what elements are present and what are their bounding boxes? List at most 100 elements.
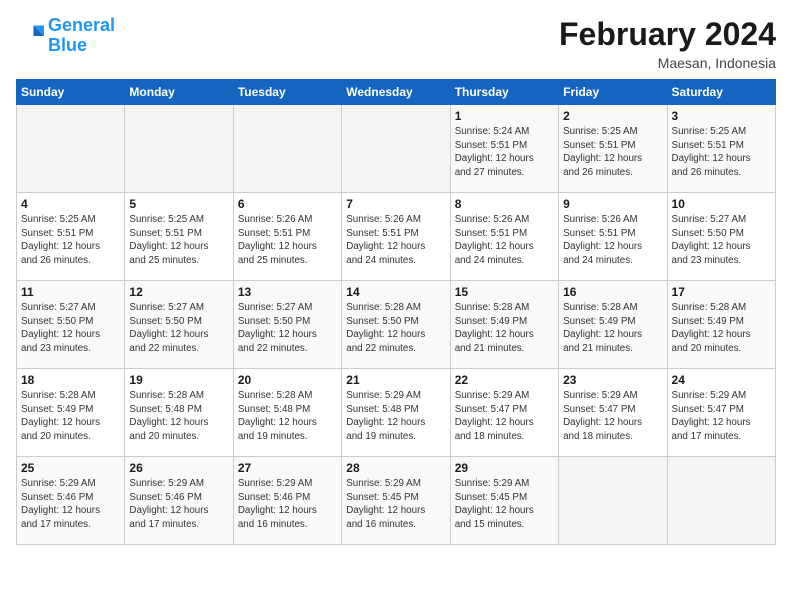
calendar-cell: 1 Sunrise: 5:24 AM Sunset: 5:51 PM Daylig…	[450, 105, 558, 193]
day-number: 21	[346, 373, 445, 387]
logo-text: General Blue	[48, 16, 115, 56]
day-info: Sunrise: 5:28 AM Sunset: 5:49 PM Dayligh…	[455, 301, 554, 356]
calendar-cell: 18Sunrise: 5:28 AM Sunset: 5:49 PM Dayli…	[17, 369, 125, 457]
day-number: 14	[346, 285, 445, 299]
day-number: 5	[129, 197, 228, 211]
day-number: 11	[21, 285, 120, 299]
calendar-cell	[125, 105, 233, 193]
calendar-week-4: 18Sunrise: 5:28 AM Sunset: 5:49 PM Dayli…	[17, 369, 776, 457]
day-number: 3	[672, 109, 771, 123]
day-info: Sunrise: 5:28 AM Sunset: 5:49 PM Dayligh…	[672, 301, 771, 356]
day-number: 2	[563, 109, 662, 123]
day-info: Sunrise: 5:29 AM Sunset: 5:46 PM Dayligh…	[238, 477, 337, 532]
calendar-cell: 9 Sunrise: 5:26 AM Sunset: 5:51 PM Daylig…	[559, 193, 667, 281]
day-number: 8	[455, 197, 554, 211]
weekday-header-row: SundayMondayTuesdayWednesdayThursdayFrid…	[17, 80, 776, 105]
day-info: Sunrise: 5:26 AM Sunset: 5:51 PM Dayligh…	[563, 213, 662, 268]
day-info: Sunrise: 5:29 AM Sunset: 5:47 PM Dayligh…	[563, 389, 662, 444]
calendar-week-1: 1 Sunrise: 5:24 AM Sunset: 5:51 PM Daylig…	[17, 105, 776, 193]
day-number: 6	[238, 197, 337, 211]
day-number: 20	[238, 373, 337, 387]
day-info: Sunrise: 5:25 AM Sunset: 5:51 PM Dayligh…	[672, 125, 771, 180]
day-number: 26	[129, 461, 228, 475]
day-number: 28	[346, 461, 445, 475]
calendar-cell: 28Sunrise: 5:29 AM Sunset: 5:45 PM Dayli…	[342, 457, 450, 545]
calendar-cell: 8 Sunrise: 5:26 AM Sunset: 5:51 PM Daylig…	[450, 193, 558, 281]
day-info: Sunrise: 5:28 AM Sunset: 5:48 PM Dayligh…	[238, 389, 337, 444]
day-info: Sunrise: 5:25 AM Sunset: 5:51 PM Dayligh…	[129, 213, 228, 268]
day-number: 19	[129, 373, 228, 387]
day-info: Sunrise: 5:27 AM Sunset: 5:50 PM Dayligh…	[238, 301, 337, 356]
calendar-cell: 4 Sunrise: 5:25 AM Sunset: 5:51 PM Daylig…	[17, 193, 125, 281]
calendar-cell: 20 Sunrise: 5:28 AM Sunset: 5:48 PM Dayli…	[233, 369, 341, 457]
calendar-cell: 25 Sunrise: 5:29 AM Sunset: 5:46 PM Dayli…	[17, 457, 125, 545]
title-block: February 2024 Maesan, Indonesia	[559, 16, 776, 71]
day-info: Sunrise: 5:25 AM Sunset: 5:51 PM Dayligh…	[563, 125, 662, 180]
calendar-cell: 5 Sunrise: 5:25 AM Sunset: 5:51 PM Daylig…	[125, 193, 233, 281]
day-info: Sunrise: 5:29 AM Sunset: 5:47 PM Dayligh…	[455, 389, 554, 444]
calendar-cell: 23 Sunrise: 5:29 AM Sunset: 5:47 PM Dayli…	[559, 369, 667, 457]
day-info: Sunrise: 5:26 AM Sunset: 5:51 PM Dayligh…	[455, 213, 554, 268]
calendar-cell: 24 Sunrise: 5:29 AM Sunset: 5:47 PM Dayli…	[667, 369, 775, 457]
month-title: February 2024	[559, 16, 776, 53]
day-info: Sunrise: 5:29 AM Sunset: 5:46 PM Dayligh…	[21, 477, 120, 532]
weekday-header-sunday: Sunday	[17, 80, 125, 105]
calendar-cell: 3 Sunrise: 5:25 AM Sunset: 5:51 PM Daylig…	[667, 105, 775, 193]
weekday-header-saturday: Saturday	[667, 80, 775, 105]
logo-icon	[16, 22, 44, 50]
weekday-header-thursday: Thursday	[450, 80, 558, 105]
calendar-cell: 16Sunrise: 5:28 AM Sunset: 5:49 PM Dayli…	[559, 281, 667, 369]
day-number: 25	[21, 461, 120, 475]
calendar-cell: 13 Sunrise: 5:27 AM Sunset: 5:50 PM Dayli…	[233, 281, 341, 369]
day-number: 17	[672, 285, 771, 299]
calendar-cell: 29 Sunrise: 5:29 AM Sunset: 5:45 PM Dayli…	[450, 457, 558, 545]
day-number: 4	[21, 197, 120, 211]
calendar-cell: 21 Sunrise: 5:29 AM Sunset: 5:48 PM Dayli…	[342, 369, 450, 457]
day-info: Sunrise: 5:29 AM Sunset: 5:46 PM Dayligh…	[129, 477, 228, 532]
day-number: 16	[563, 285, 662, 299]
day-number: 22	[455, 373, 554, 387]
calendar-cell: 7 Sunrise: 5:26 AM Sunset: 5:51 PM Daylig…	[342, 193, 450, 281]
day-info: Sunrise: 5:29 AM Sunset: 5:45 PM Dayligh…	[455, 477, 554, 532]
day-number: 27	[238, 461, 337, 475]
weekday-header-tuesday: Tuesday	[233, 80, 341, 105]
weekday-header-wednesday: Wednesday	[342, 80, 450, 105]
calendar-cell: 22 Sunrise: 5:29 AM Sunset: 5:47 PM Dayli…	[450, 369, 558, 457]
day-number: 18	[21, 373, 120, 387]
day-info: Sunrise: 5:27 AM Sunset: 5:50 PM Dayligh…	[672, 213, 771, 268]
calendar-cell	[233, 105, 341, 193]
calendar-week-3: 11 Sunrise: 5:27 AM Sunset: 5:50 PM Dayli…	[17, 281, 776, 369]
calendar-cell: 26 Sunrise: 5:29 AM Sunset: 5:46 PM Dayli…	[125, 457, 233, 545]
day-info: Sunrise: 5:27 AM Sunset: 5:50 PM Dayligh…	[129, 301, 228, 356]
day-info: Sunrise: 5:25 AM Sunset: 5:51 PM Dayligh…	[21, 213, 120, 268]
day-info: Sunrise: 5:26 AM Sunset: 5:51 PM Dayligh…	[238, 213, 337, 268]
weekday-header-monday: Monday	[125, 80, 233, 105]
day-number: 13	[238, 285, 337, 299]
day-info: Sunrise: 5:29 AM Sunset: 5:48 PM Dayligh…	[346, 389, 445, 444]
day-number: 23	[563, 373, 662, 387]
calendar-table: SundayMondayTuesdayWednesdayThursdayFrid…	[16, 79, 776, 545]
day-number: 9	[563, 197, 662, 211]
day-number: 12	[129, 285, 228, 299]
calendar-week-2: 4 Sunrise: 5:25 AM Sunset: 5:51 PM Daylig…	[17, 193, 776, 281]
day-info: Sunrise: 5:26 AM Sunset: 5:51 PM Dayligh…	[346, 213, 445, 268]
calendar-cell	[559, 457, 667, 545]
day-number: 7	[346, 197, 445, 211]
day-number: 1	[455, 109, 554, 123]
day-info: Sunrise: 5:28 AM Sunset: 5:48 PM Dayligh…	[129, 389, 228, 444]
calendar-cell: 27 Sunrise: 5:29 AM Sunset: 5:46 PM Dayli…	[233, 457, 341, 545]
day-info: Sunrise: 5:24 AM Sunset: 5:51 PM Dayligh…	[455, 125, 554, 180]
day-number: 24	[672, 373, 771, 387]
calendar-cell: 11Sunrise: 5:27 AM Sunset: 5:50 PM Dayli…	[17, 281, 125, 369]
weekday-header-friday: Friday	[559, 80, 667, 105]
day-info: Sunrise: 5:29 AM Sunset: 5:47 PM Dayligh…	[672, 389, 771, 444]
calendar-cell: 17 Sunrise: 5:28 AM Sunset: 5:49 PM Dayli…	[667, 281, 775, 369]
location: Maesan, Indonesia	[559, 55, 776, 71]
calendar-week-5: 25 Sunrise: 5:29 AM Sunset: 5:46 PM Dayli…	[17, 457, 776, 545]
day-info: Sunrise: 5:28 AM Sunset: 5:50 PM Dayligh…	[346, 301, 445, 356]
day-number: 29	[455, 461, 554, 475]
logo: General Blue	[16, 16, 115, 56]
calendar-cell: 12 Sunrise: 5:27 AM Sunset: 5:50 PM Dayli…	[125, 281, 233, 369]
calendar-cell: 14 Sunrise: 5:28 AM Sunset: 5:50 PM Dayli…	[342, 281, 450, 369]
calendar-cell: 15Sunrise: 5:28 AM Sunset: 5:49 PM Dayli…	[450, 281, 558, 369]
